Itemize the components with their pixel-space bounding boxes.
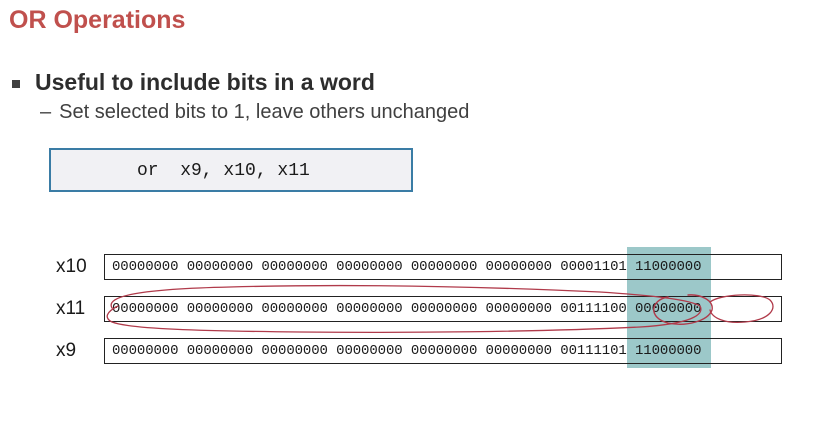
register-row-x9: x9 00000000 00000000 00000000 00000000 0… [0, 336, 814, 366]
register-row-x11: x11 00000000 00000000 00000000 00000000 … [0, 294, 814, 324]
register-box: 00000000 00000000 00000000 00000000 0000… [104, 338, 782, 364]
register-label: x11 [56, 298, 86, 319]
dash-icon: – [40, 101, 52, 123]
bullet-text: Useful to include bits in a word [35, 69, 375, 95]
code-instruction: or x9, x10, x11 [137, 161, 310, 181]
register-value: 00000000 00000000 00000000 00000000 0000… [112, 301, 702, 317]
register-value: 00000000 00000000 00000000 00000000 0000… [112, 259, 702, 275]
register-value: 00000000 00000000 00000000 00000000 0000… [112, 343, 702, 359]
register-label: x9 [56, 340, 77, 361]
slide-title: OR Operations [9, 6, 186, 34]
code-box: or x9, x10, x11 [49, 148, 413, 192]
register-row-x10: x10 00000000 00000000 00000000 00000000 … [0, 252, 814, 282]
register-label: x10 [56, 256, 87, 277]
bullet-item: Useful to include bits in a word [12, 69, 375, 96]
register-box: 00000000 00000000 00000000 00000000 0000… [104, 254, 782, 280]
sub-bullet-item: – Set selected bits to 1, leave others un… [40, 101, 469, 124]
sub-bullet-text: Set selected bits to 1, leave others unc… [59, 101, 470, 123]
bullet-square-icon [12, 79, 20, 88]
register-box: 00000000 00000000 00000000 00000000 0000… [104, 296, 782, 322]
